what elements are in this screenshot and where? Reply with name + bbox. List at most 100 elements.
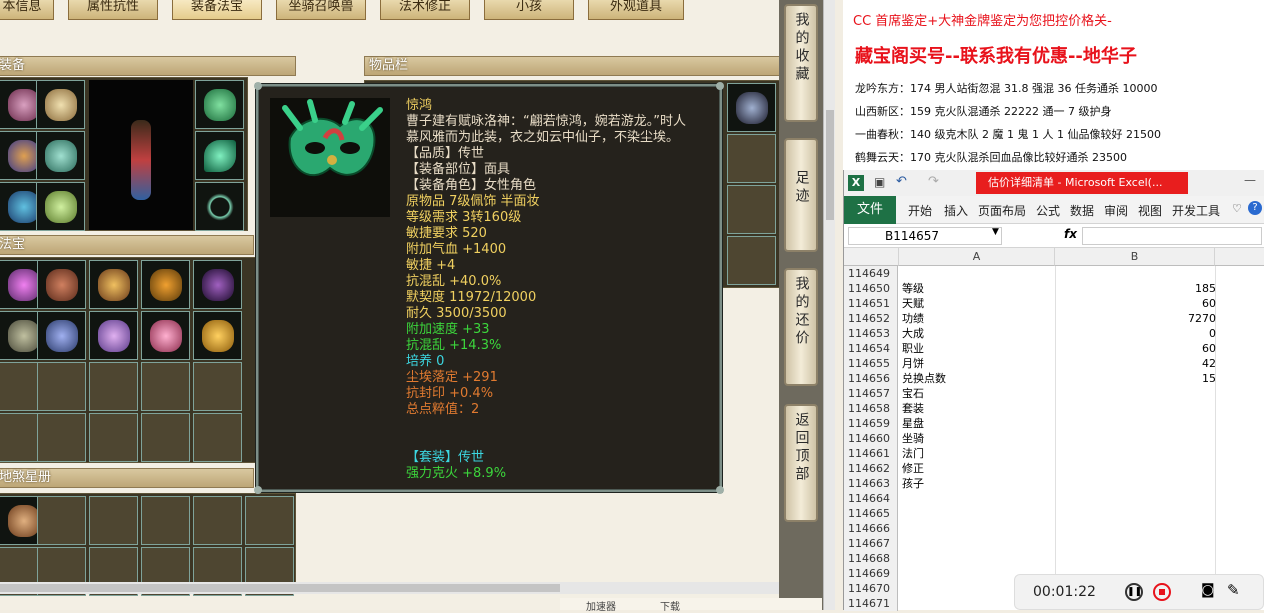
dropdown-icon[interactable]: ▼: [992, 227, 999, 237]
row-number[interactable]: 114651: [844, 296, 898, 311]
row-number[interactable]: 114661: [844, 446, 898, 461]
undo-icon[interactable]: ↶: [896, 174, 907, 189]
cell-a[interactable]: 功绩: [902, 311, 924, 326]
row-number[interactable]: 114657: [844, 386, 898, 401]
treasure-slot-empty[interactable]: [141, 362, 190, 411]
download-label[interactable]: 下载: [660, 598, 680, 613]
row-number[interactable]: 114655: [844, 356, 898, 371]
stop-record-icon[interactable]: [1153, 583, 1171, 601]
ribbon-tab-data[interactable]: 数据: [1070, 202, 1094, 219]
row-number[interactable]: 114658: [844, 401, 898, 416]
inventory-slot-empty[interactable]: [727, 185, 776, 234]
treasure-slot[interactable]: [193, 311, 242, 360]
cell-a[interactable]: 兑换点数: [902, 371, 946, 386]
ribbon-tab-formulas[interactable]: 公式: [1036, 202, 1060, 219]
cell-b[interactable]: 185: [1056, 281, 1216, 296]
equip-slot[interactable]: [195, 131, 244, 180]
accelerator-label[interactable]: 加速器: [586, 598, 616, 613]
inventory-slot-empty[interactable]: [727, 236, 776, 285]
cell-a[interactable]: 等级: [902, 281, 924, 296]
redo-icon[interactable]: ↷: [928, 174, 939, 189]
pause-icon[interactable]: ❚❚: [1125, 583, 1143, 601]
equip-slot[interactable]: [36, 131, 85, 180]
cell-b[interactable]: 15: [1056, 371, 1216, 386]
row-number[interactable]: 114666: [844, 521, 898, 536]
my-counteroffer-button[interactable]: 我的还价: [784, 268, 818, 386]
cell-a[interactable]: 月饼: [902, 356, 924, 371]
save-icon[interactable]: ▣: [874, 175, 885, 189]
cell-a[interactable]: 职业: [902, 341, 924, 356]
row-number[interactable]: 114663: [844, 476, 898, 491]
treasure-slot-empty[interactable]: [89, 413, 138, 462]
equip-slot[interactable]: [36, 80, 85, 129]
treasure-slot-empty[interactable]: [37, 413, 86, 462]
treasure-slot-empty[interactable]: [141, 413, 190, 462]
row-number[interactable]: 114669: [844, 566, 898, 581]
horizontal-scrollbar[interactable]: [0, 582, 780, 594]
row-number[interactable]: 114653: [844, 326, 898, 341]
cell-a[interactable]: 大成: [902, 326, 924, 341]
name-box[interactable]: B114657: [848, 227, 1002, 245]
file-tab[interactable]: 文件: [844, 196, 896, 224]
select-all-corner[interactable]: [844, 248, 899, 266]
star-book-slot-empty[interactable]: [37, 496, 86, 545]
formula-input[interactable]: [1082, 227, 1262, 245]
equip-slot-mask[interactable]: [195, 80, 244, 129]
treasure-slot[interactable]: [193, 260, 242, 309]
treasure-slot[interactable]: [141, 311, 190, 360]
row-number[interactable]: 114664: [844, 491, 898, 506]
cell-a[interactable]: 法门: [902, 446, 924, 461]
row-number[interactable]: 114667: [844, 536, 898, 551]
tab-child[interactable]: 小孩: [484, 0, 574, 20]
cell-a[interactable]: 星盘: [902, 416, 924, 431]
row-number[interactable]: 114665: [844, 506, 898, 521]
tab-appearance[interactable]: 外观道具: [588, 0, 684, 20]
star-book-slot-empty[interactable]: [193, 496, 242, 545]
row-number[interactable]: 114654: [844, 341, 898, 356]
tab-basic-info[interactable]: 本信息: [0, 0, 54, 20]
star-book-slot-empty[interactable]: [141, 496, 190, 545]
treasure-slot[interactable]: [89, 260, 138, 309]
ribbon-tab-view[interactable]: 视图: [1138, 202, 1162, 219]
row-number[interactable]: 114670: [844, 581, 898, 596]
tab-spell-mods[interactable]: 法术修正: [380, 0, 470, 20]
cell-a[interactable]: 修正: [902, 461, 924, 476]
inventory-slot[interactable]: [727, 83, 776, 132]
cell-b[interactable]: 0: [1056, 326, 1216, 341]
minimize-icon[interactable]: —: [1244, 173, 1256, 187]
equip-slot[interactable]: [195, 182, 244, 231]
ribbon-tab-layout[interactable]: 页面布局: [978, 202, 1026, 219]
ribbon-tab-developer[interactable]: 开发工具: [1172, 202, 1220, 219]
my-favorites-button[interactable]: 我的收藏: [784, 4, 818, 122]
treasure-slot[interactable]: [141, 260, 190, 309]
cell-b[interactable]: 60: [1056, 341, 1216, 356]
inventory-slot-empty[interactable]: [727, 134, 776, 183]
row-number[interactable]: 114660: [844, 431, 898, 446]
star-book-slot-empty[interactable]: [89, 496, 138, 545]
treasure-slot[interactable]: [89, 311, 138, 360]
cell-b[interactable]: 42: [1056, 356, 1216, 371]
cell-a[interactable]: 天赋: [902, 296, 924, 311]
row-number[interactable]: 114668: [844, 551, 898, 566]
row-number[interactable]: 114656: [844, 371, 898, 386]
equip-slot[interactable]: [36, 182, 85, 231]
row-number[interactable]: 114652: [844, 311, 898, 326]
row-number[interactable]: 114659: [844, 416, 898, 431]
row-number[interactable]: 114650: [844, 281, 898, 296]
cell-a[interactable]: 坐骑: [902, 431, 924, 446]
cell-b[interactable]: 60: [1056, 296, 1216, 311]
row-number[interactable]: 114662: [844, 461, 898, 476]
heart-icon[interactable]: ♡: [1232, 202, 1242, 215]
ribbon-tab-home[interactable]: 开始: [908, 202, 932, 219]
page-scrollbar[interactable]: [823, 0, 835, 610]
cell-a[interactable]: 宝石: [902, 386, 924, 401]
tab-attributes[interactable]: 属性抗性: [68, 0, 158, 20]
treasure-slot-empty[interactable]: [193, 362, 242, 411]
help-icon[interactable]: ?: [1248, 201, 1262, 215]
cell-b[interactable]: 7270: [1056, 311, 1216, 326]
column-header-b[interactable]: B: [1055, 248, 1215, 266]
column-header-c[interactable]: [1215, 248, 1264, 266]
treasure-slot[interactable]: [37, 311, 86, 360]
pen-icon[interactable]: ✎: [1227, 581, 1240, 599]
camera-icon[interactable]: ◙: [1201, 582, 1215, 598]
